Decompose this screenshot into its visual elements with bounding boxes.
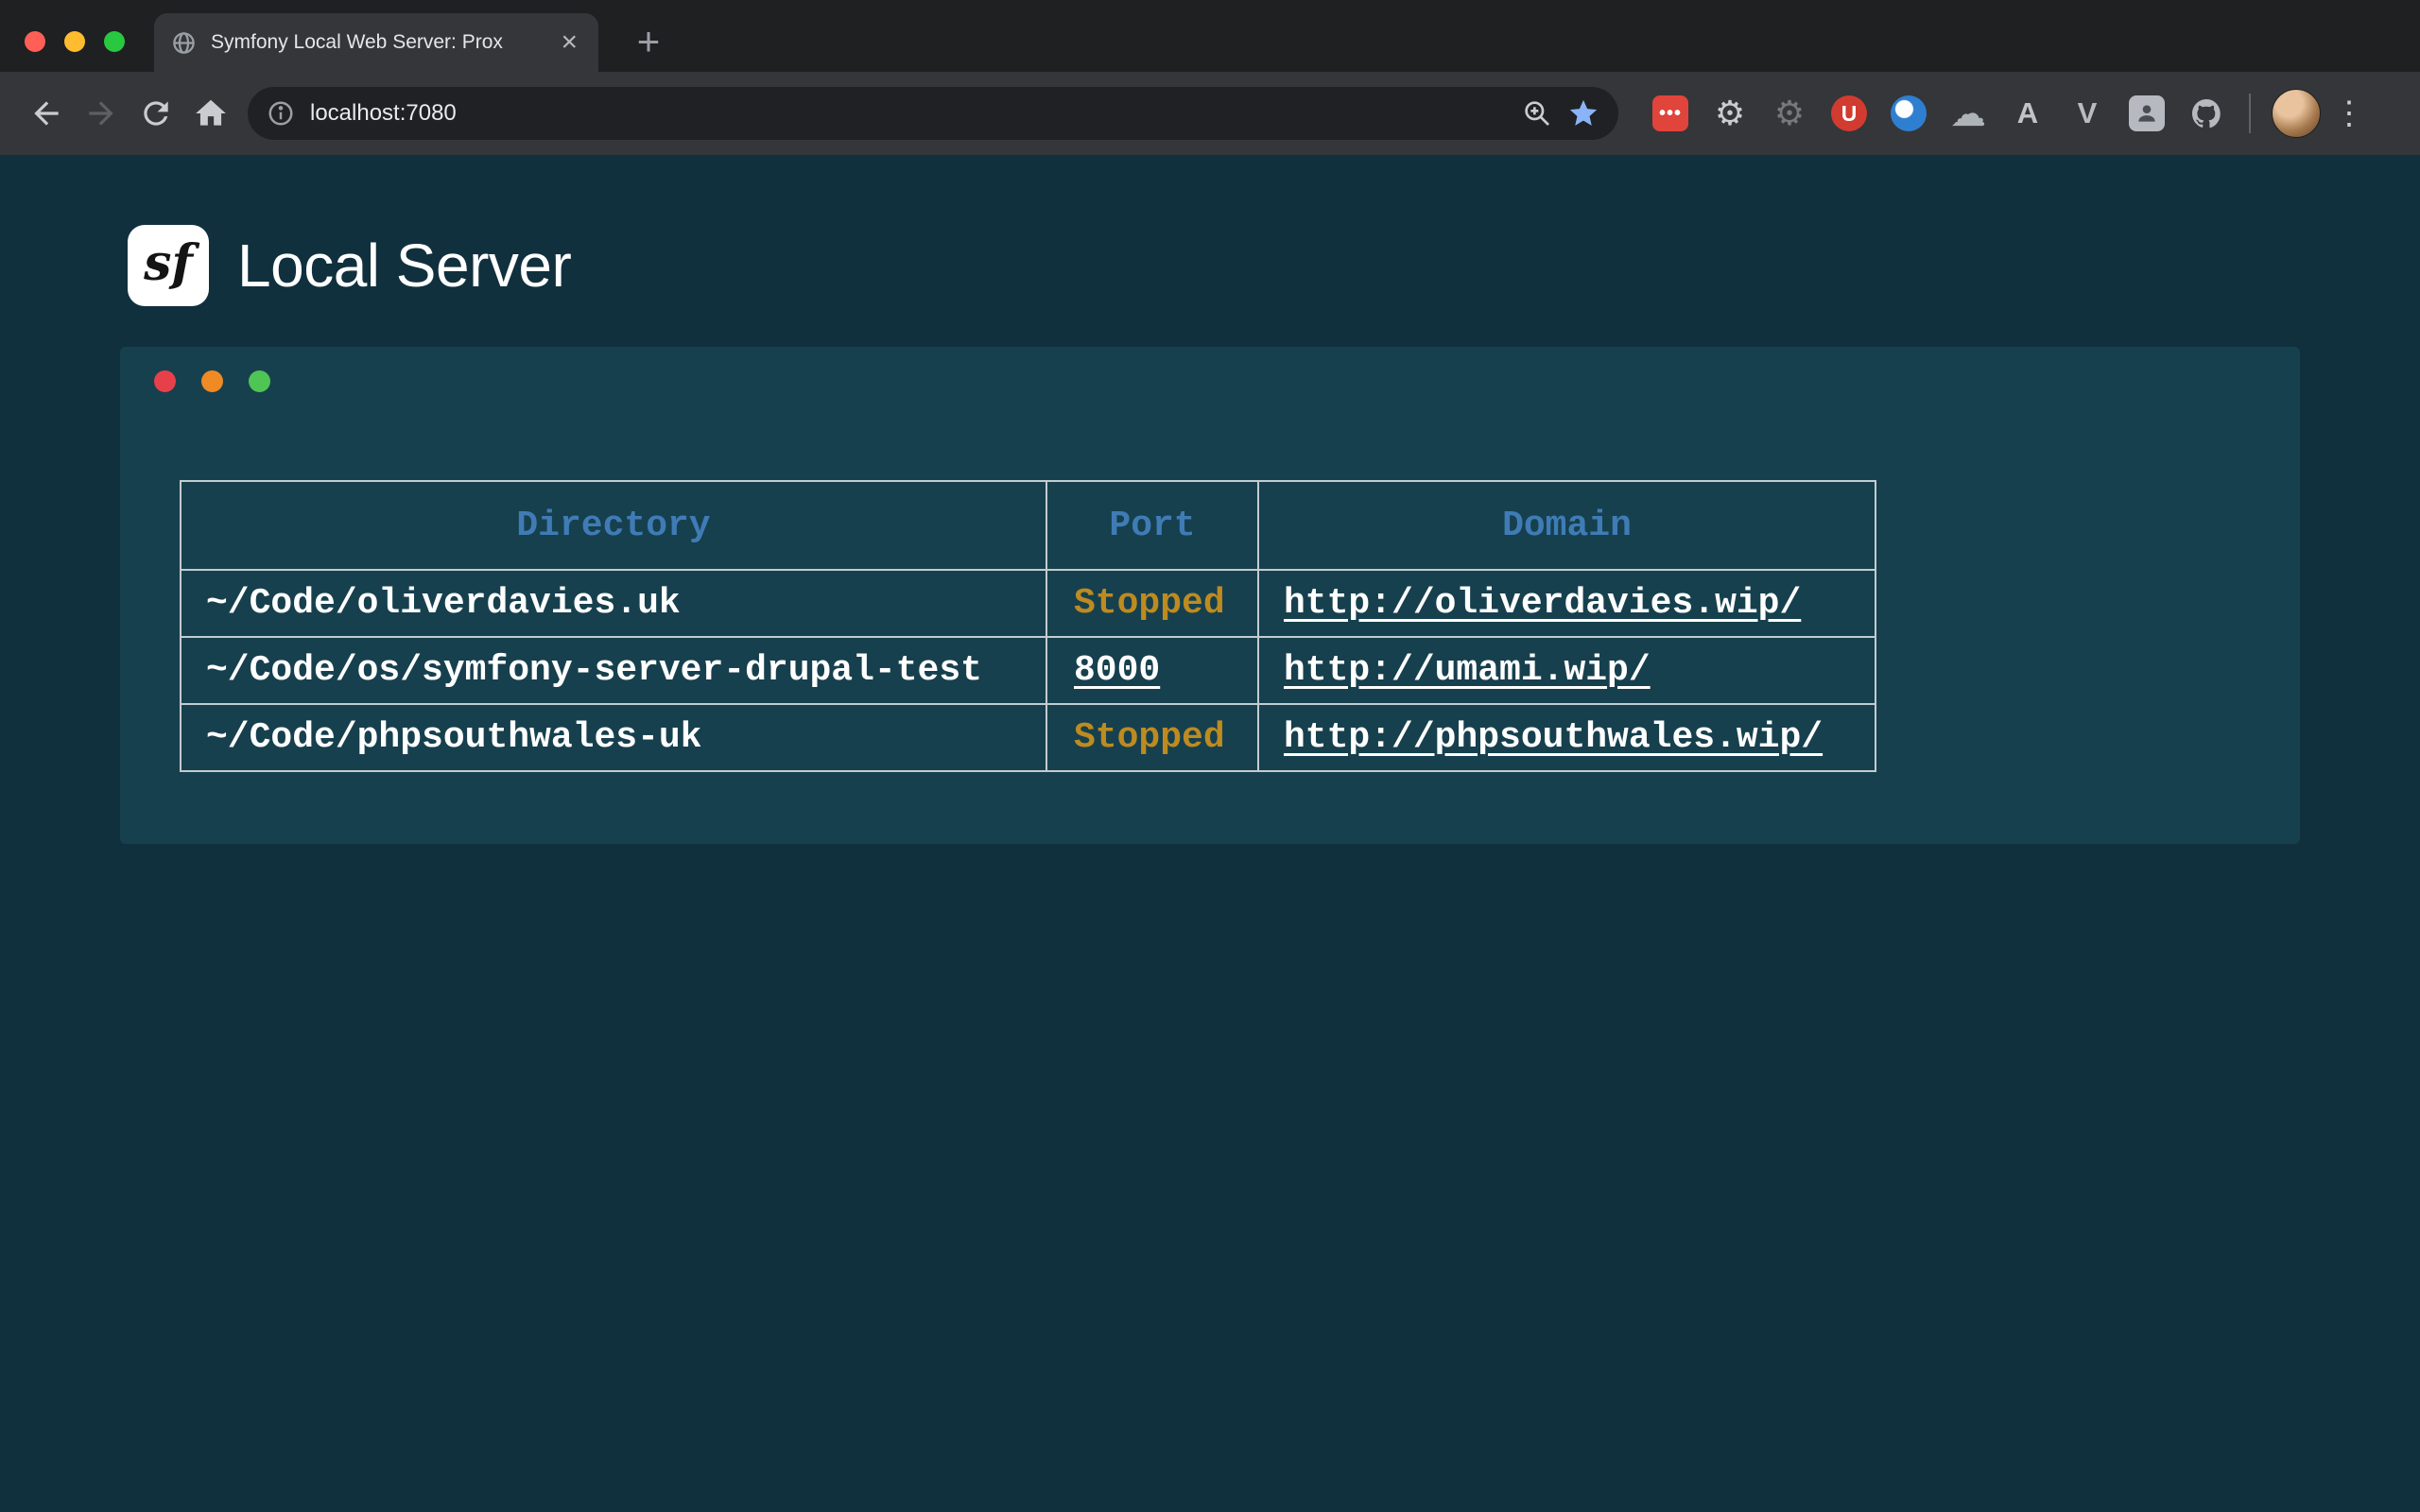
extension-gear-dark-icon[interactable]: ⚙ [1772,95,1807,131]
reload-button[interactable] [129,86,183,141]
back-button[interactable] [19,86,74,141]
home-button[interactable] [183,86,238,141]
tab-title: Symfony Local Web Server: Prox [211,31,543,54]
forward-arrow-icon [83,95,119,131]
status-badge: Stopped [1074,717,1225,758]
extension-ublock-icon[interactable]: U [1831,95,1867,131]
domain-link[interactable]: http://phpsouthwales.wip/ [1284,717,1823,758]
panel-green-dot [249,370,270,392]
domain-link[interactable]: http://oliverdavies.wip/ [1284,583,1801,624]
macos-traffic-lights [25,31,125,52]
minimize-window-button[interactable] [64,31,85,52]
profile-avatar[interactable] [2272,89,2321,138]
table-row: ~/Code/phpsouthwales-uk Stopped http://p… [181,704,1876,771]
page-body: sf Local Server Directory Port Domain ~/… [0,155,2420,1512]
back-arrow-icon [28,95,64,131]
extension-gear-light-icon[interactable]: ⚙ [1712,95,1748,131]
extension-github-octocat-icon[interactable] [2188,95,2224,131]
domain-link[interactable]: http://umami.wip/ [1284,650,1651,691]
extension-a-icon[interactable]: A [2010,95,2046,131]
port-link[interactable]: 8000 [1074,650,1160,691]
close-window-button[interactable] [25,31,45,52]
directory-cell: ~/Code/phpsouthwales-uk [181,704,1046,771]
column-header-directory: Directory [181,481,1046,570]
server-panel: Directory Port Domain ~/Code/oliverdavie… [120,347,2300,844]
new-tab-button[interactable]: + [624,17,673,66]
status-badge: Stopped [1074,583,1225,624]
forward-button[interactable] [74,86,129,141]
tab-close-icon[interactable]: × [557,28,581,57]
address-bar[interactable]: localhost:7080 [248,87,1618,140]
reload-icon [138,95,174,131]
extension-person-icon[interactable] [2129,95,2165,131]
page-title: Local Server [237,231,571,301]
fullscreen-window-button[interactable] [104,31,125,52]
directory-cell: ~/Code/oliverdavies.uk [181,570,1046,637]
table-row: ~/Code/os/symfony-server-drupal-test 800… [181,637,1876,704]
symfony-logo: sf [128,225,209,306]
home-icon [193,95,229,131]
column-header-domain: Domain [1258,481,1876,570]
extension-blue-circle-icon[interactable] [1891,95,1927,131]
directory-cell: ~/Code/os/symfony-server-drupal-test [181,637,1046,704]
zoom-icon[interactable] [1522,98,1552,129]
symfony-logo-text: sf [144,234,193,292]
browser-toolbar: localhost:7080 ••• ⚙ ⚙ U ☁ A V ⋮ [0,72,2420,155]
brand-header: sf Local Server [0,155,2420,306]
table-header-row: Directory Port Domain [181,481,1876,570]
extensions-strip: ••• ⚙ ⚙ U ☁ A V [1652,95,2224,131]
extension-cloud-icon[interactable]: ☁ [1950,95,1986,131]
bookmark-star-icon[interactable] [1567,97,1599,129]
toolbar-separator [2249,94,2251,133]
column-header-port: Port [1046,481,1258,570]
table-row: ~/Code/oliverdavies.uk Stopped http://ol… [181,570,1876,637]
servers-table: Directory Port Domain ~/Code/oliverdavie… [180,480,1876,772]
panel-orange-dot [201,370,223,392]
url-text[interactable]: localhost:7080 [310,100,1507,127]
site-info-icon[interactable] [267,99,295,128]
extension-v-icon[interactable]: V [2069,95,2105,131]
browser-tab[interactable]: Symfony Local Web Server: Prox × [154,13,598,72]
extension-dots-icon[interactable]: ••• [1652,95,1688,131]
browser-menu-icon[interactable]: ⋮ [2328,87,2370,140]
globe-favicon-icon [171,30,197,56]
tab-strip: Symfony Local Web Server: Prox × + [0,0,2420,72]
panel-window-dots [154,370,270,392]
panel-red-dot [154,370,176,392]
